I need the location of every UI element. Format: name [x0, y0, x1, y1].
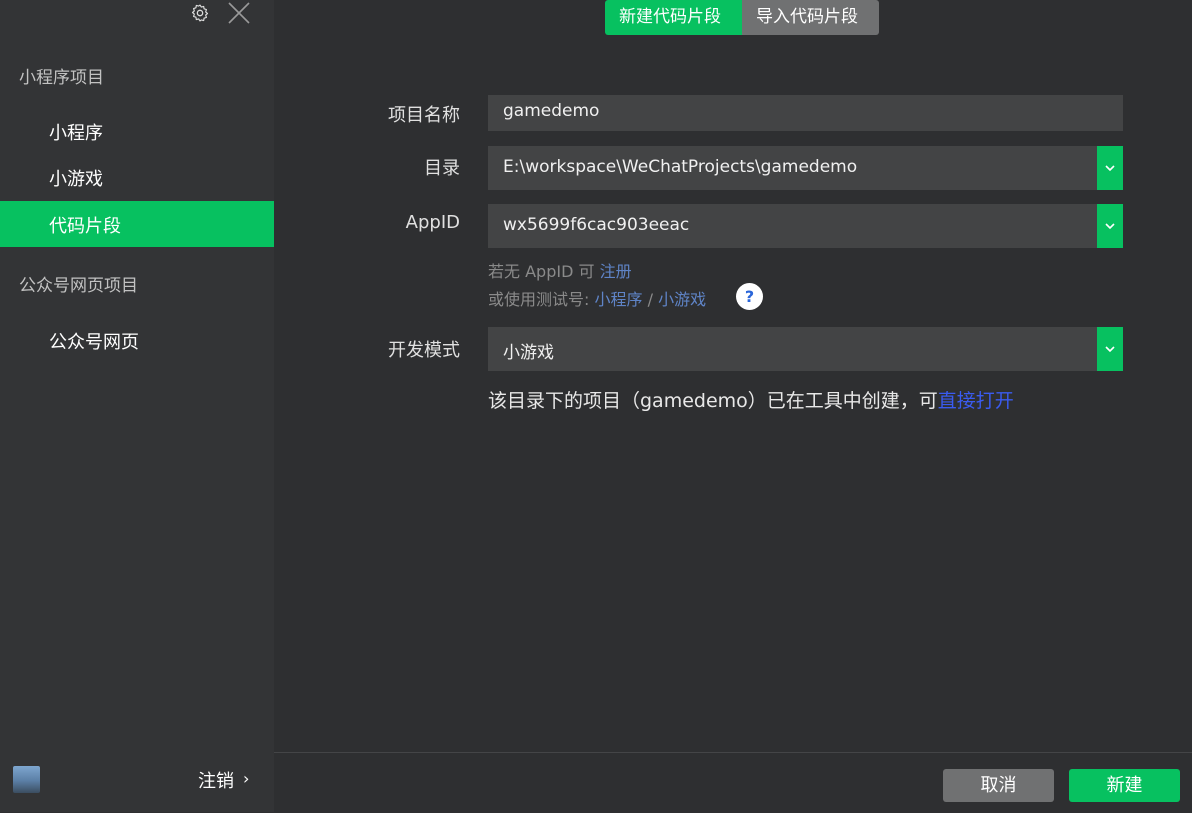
register-hint-text: 若无 AppID 可: [488, 262, 600, 281]
sidebar-item-label: 代码片段: [49, 216, 121, 237]
dev-mode-value: 小游戏: [503, 343, 554, 363]
notice-text: 该目录下的项目（gamedemo）已在工具中创建，可: [488, 390, 938, 412]
open-directly-link[interactable]: 直接打开: [938, 390, 1014, 412]
register-link[interactable]: 注册: [600, 262, 632, 281]
official-account-section-title: 公众号网页项目: [19, 276, 138, 296]
avatar[interactable]: [13, 766, 40, 793]
project-name-label: 项目名称: [388, 105, 460, 126]
cancel-button[interactable]: 取消: [943, 769, 1054, 802]
appid-value: wx5699f6cac903eeac: [503, 215, 690, 235]
gear-icon[interactable]: [190, 3, 210, 23]
project-name-value: gamedemo: [503, 101, 600, 121]
appid-dropdown-button[interactable]: [1097, 204, 1123, 248]
dev-mode-label: 开发模式: [388, 340, 460, 361]
close-icon[interactable]: [227, 1, 251, 25]
appid-input[interactable]: wx5699f6cac903eeac: [488, 204, 1123, 248]
help-icon[interactable]: ?: [736, 283, 763, 310]
sidebar: 小程序项目 小程序 小游戏 代码片段 公众号网页项目 公众号网页 注销 ›: [0, 0, 274, 812]
bottom-bar: 取消 新建: [274, 752, 1192, 813]
separator: /: [642, 290, 659, 309]
tab-bar: 新建代码片段 导入代码片段: [605, 0, 879, 35]
existing-project-notice: 该目录下的项目（gamedemo）已在工具中创建，可直接打开: [488, 386, 1014, 413]
dev-mode-dropdown-button[interactable]: [1097, 327, 1123, 371]
directory-dropdown-button[interactable]: [1097, 146, 1123, 190]
chevron-down-icon: [1105, 223, 1115, 230]
register-hint: 若无 AppID 可 注册: [488, 258, 632, 282]
sidebar-footer: 注销 ›: [0, 754, 274, 812]
main-panel: 新建代码片段 导入代码片段 项目名称 gamedemo 目录 E:\worksp…: [274, 0, 1192, 812]
logout-link[interactable]: 注销: [198, 767, 234, 793]
create-button[interactable]: 新建: [1069, 769, 1180, 802]
directory-label: 目录: [424, 158, 460, 179]
sidebar-item-label: 小程序: [49, 123, 103, 144]
chevron-down-icon: [1105, 346, 1115, 353]
project-name-input[interactable]: gamedemo: [488, 95, 1123, 131]
test-account-hint-text: 或使用测试号:: [488, 290, 595, 309]
sidebar-item-mini-game[interactable]: 小游戏: [0, 154, 274, 200]
test-account-hint: 或使用测试号: 小程序 / 小游戏: [488, 286, 706, 310]
sidebar-item-code-snippet[interactable]: 代码片段: [0, 201, 274, 247]
sidebar-item-label: 公众号网页: [49, 332, 139, 353]
chevron-down-icon: [1105, 165, 1115, 172]
sidebar-item-label: 小游戏: [49, 169, 103, 190]
appid-label: AppID: [405, 212, 460, 233]
test-mini-program-link[interactable]: 小程序: [594, 290, 642, 309]
mini-program-section-title: 小程序项目: [19, 68, 104, 88]
tab-new-snippet[interactable]: 新建代码片段: [605, 0, 742, 35]
sidebar-top-icons: [0, 0, 274, 30]
sidebar-item-official-webpage[interactable]: 公众号网页: [0, 317, 274, 363]
sidebar-item-mini-program[interactable]: 小程序: [0, 108, 274, 154]
directory-input[interactable]: E:\workspace\WeChatProjects\gamedemo: [488, 146, 1123, 190]
dev-mode-select[interactable]: 小游戏: [488, 327, 1123, 371]
directory-value: E:\workspace\WeChatProjects\gamedemo: [503, 157, 858, 177]
chevron-right-icon: ›: [243, 769, 250, 788]
test-mini-game-link[interactable]: 小游戏: [658, 290, 706, 309]
tab-import-snippet[interactable]: 导入代码片段: [742, 0, 879, 35]
